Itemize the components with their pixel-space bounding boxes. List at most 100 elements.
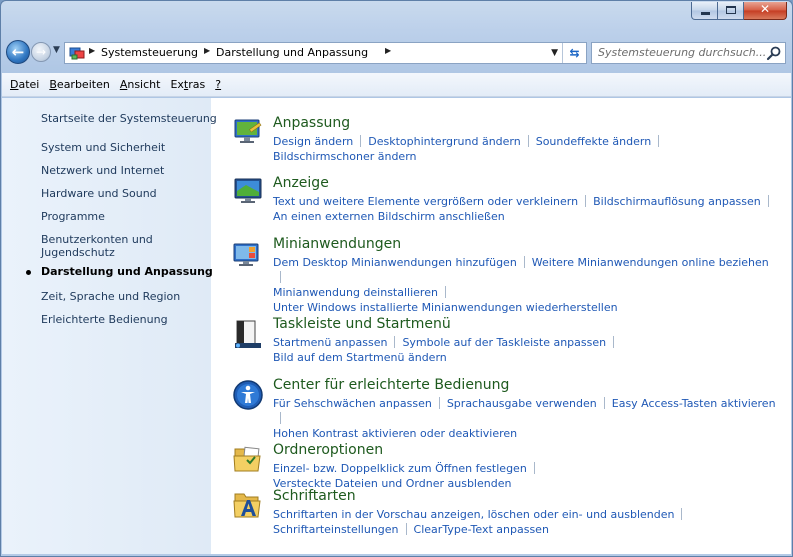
display-icon[interactable]: [232, 175, 264, 207]
link-row: An einen externen Bildschirm anschließen: [273, 209, 778, 224]
link-separator: [527, 135, 529, 147]
menu-extras[interactable]: Extras: [165, 78, 210, 91]
task-link[interactable]: Unter Windows installierte Minianwendung…: [273, 301, 618, 314]
sidebar-item-accounts[interactable]: Benutzerkonten und Jugendschutz: [41, 233, 201, 259]
task-link[interactable]: Minianwendung deinstallieren: [273, 286, 438, 299]
control-panel-window: ✕ ← → ▼ ▶ Systemsteuerung ▶ Darstellung …: [0, 0, 793, 557]
minimize-button[interactable]: [691, 2, 718, 20]
control-panel-icon: [69, 47, 85, 60]
sidebar-item-system[interactable]: System und Sicherheit: [41, 141, 165, 154]
close-button[interactable]: ✕: [744, 2, 787, 20]
sidebar-item-programs[interactable]: Programme: [41, 210, 105, 223]
title-bar[interactable]: ✕: [1, 1, 792, 37]
link-row: Design ändern Desktophintergrund ändern So…: [273, 134, 778, 149]
breadcrumb-systemsteuerung[interactable]: Systemsteuerung: [101, 46, 198, 59]
task-link[interactable]: Schriftarten in der Vorschau anzeigen, l…: [273, 508, 674, 521]
task-link[interactable]: Für Sehschwächen anpassen: [273, 397, 432, 410]
task-link[interactable]: Weitere Minianwendungen online beziehen: [532, 256, 769, 269]
link-row: Startmenü anpassen Symbole auf der Taskle…: [273, 335, 778, 350]
category-title[interactable]: Ordneroptionen: [273, 442, 383, 458]
menu-help[interactable]: ?: [210, 78, 226, 91]
search-box[interactable]: Systemsteuerung durchsuch...: [591, 42, 786, 64]
task-link[interactable]: Bild auf dem Startmenü ändern: [273, 351, 447, 364]
menu-bearbeiten[interactable]: Bearbeiten: [44, 78, 114, 91]
sidebar-home-link[interactable]: Startseite der Systemsteuerung: [41, 112, 217, 125]
category-links: Dem Desktop Minianwendungen hinzufügen We…: [273, 255, 778, 315]
link-separator: [603, 397, 605, 409]
category-title[interactable]: Anzeige: [273, 175, 329, 191]
forward-arrow-icon: →: [35, 45, 47, 59]
category-title[interactable]: Minianwendungen: [273, 236, 401, 252]
sidebar-item-appearance: Darstellung und Anpassung: [41, 265, 213, 278]
link-row: Bild auf dem Startmenü ändern: [273, 350, 778, 365]
search-placeholder: Systemsteuerung durchsuch...: [598, 46, 767, 59]
task-link[interactable]: Symbole auf der Taskleiste anpassen: [402, 336, 606, 349]
link-row: Text und weitere Elemente vergrößern ode…: [273, 194, 778, 209]
sidebar: Startseite der Systemsteuerung System un…: [2, 98, 217, 554]
back-button[interactable]: ←: [6, 40, 30, 64]
task-link[interactable]: Hohen Kontrast aktivieren oder deaktivie…: [273, 427, 517, 440]
breadcrumb-darstellung[interactable]: Darstellung und Anpassung: [216, 46, 368, 59]
breadcrumb-arrow-icon[interactable]: ▶: [385, 46, 391, 55]
gadgets-icon[interactable]: [232, 238, 264, 270]
link-separator: [394, 336, 396, 348]
menu-ansicht[interactable]: Ansicht: [115, 78, 166, 91]
link-separator: [280, 271, 281, 283]
category-title[interactable]: Center für erleichterte Bedienung: [273, 377, 509, 393]
link-row: Bildschirmschoner ändern: [273, 149, 778, 164]
maximize-icon: [726, 6, 736, 14]
sidebar-item-region[interactable]: Zeit, Sprache und Region: [41, 290, 180, 303]
link-separator: [533, 462, 535, 474]
link-separator: [523, 256, 525, 268]
folder-options-icon[interactable]: [232, 443, 264, 475]
task-link[interactable]: ClearType-Text anpassen: [414, 523, 549, 536]
category-title[interactable]: Anpassung: [273, 115, 350, 131]
forward-button[interactable]: →: [31, 42, 51, 62]
task-link[interactable]: Text und weitere Elemente vergrößern ode…: [273, 195, 578, 208]
taskbar-icon[interactable]: [232, 318, 264, 350]
menu-datei[interactable]: Datei: [5, 78, 44, 91]
link-separator: [280, 412, 281, 424]
task-link[interactable]: Desktophintergrund ändern: [368, 135, 520, 148]
sidebar-item-network[interactable]: Netzwerk und Internet: [41, 164, 164, 177]
recent-pages-dropdown[interactable]: ▼: [53, 45, 60, 55]
category-links: Einzel- bzw. Doppelklick zum Öffnen fest…: [273, 461, 778, 491]
task-link[interactable]: Schriftarteinstellungen: [273, 523, 399, 536]
task-link[interactable]: Easy Access-Tasten aktivieren: [612, 397, 776, 410]
link-row: Minianwendung deinstallieren: [273, 285, 778, 300]
refresh-button[interactable]: ⇆: [562, 43, 586, 63]
link-row: Dem Desktop Minianwendungen hinzufügen We…: [273, 255, 778, 285]
task-link[interactable]: Dem Desktop Minianwendungen hinzufügen: [273, 256, 517, 269]
ease-of-access-icon[interactable]: [232, 379, 264, 411]
address-dropdown-icon[interactable]: ▼: [551, 48, 558, 58]
maximize-button[interactable]: [718, 2, 744, 20]
category-title[interactable]: Schriftarten: [273, 488, 356, 504]
caption-buttons: ✕: [691, 2, 787, 20]
current-item-bullet: [26, 270, 31, 275]
task-link[interactable]: Bildschirmschoner ändern: [273, 150, 417, 163]
sidebar-item-hardware[interactable]: Hardware und Sound: [41, 187, 157, 200]
task-link[interactable]: Soundeffekte ändern: [536, 135, 651, 148]
personalization-icon[interactable]: [232, 115, 264, 147]
task-link[interactable]: Sprachausgabe verwenden: [447, 397, 597, 410]
close-icon: ✕: [759, 2, 771, 16]
link-row: Schriftarten in der Vorschau anzeigen, l…: [273, 507, 778, 522]
menu-bar: Datei Bearbeiten Ansicht Extras?: [2, 73, 791, 97]
task-link[interactable]: An einen externen Bildschirm anschließen: [273, 210, 505, 223]
task-link[interactable]: Einzel- bzw. Doppelklick zum Öffnen fest…: [273, 462, 527, 475]
category-links: Design ändern Desktophintergrund ändern So…: [273, 134, 778, 164]
breadcrumb-arrow-icon[interactable]: ▶: [204, 46, 210, 55]
category-links: Für Sehschwächen anpassen Sprachausgabe v…: [273, 396, 778, 441]
link-separator: [681, 508, 683, 520]
sidebar-item-accessibility[interactable]: Erleichterte Bedienung: [41, 313, 168, 326]
task-link[interactable]: Design ändern: [273, 135, 353, 148]
fonts-icon[interactable]: [232, 489, 264, 521]
search-icon[interactable]: [766, 45, 782, 61]
category-title[interactable]: Taskleiste und Startmenü: [273, 316, 451, 332]
task-link[interactable]: Bildschirmauflösung anpassen: [593, 195, 761, 208]
address-bar[interactable]: ▶ Systemsteuerung ▶ Darstellung und Anpa…: [64, 42, 587, 64]
breadcrumb-arrow-icon[interactable]: ▶: [89, 46, 95, 55]
link-separator: [613, 336, 615, 348]
link-row: Schriftarteinstellungen ClearType-Text an…: [273, 522, 778, 537]
task-link[interactable]: Startmenü anpassen: [273, 336, 387, 349]
